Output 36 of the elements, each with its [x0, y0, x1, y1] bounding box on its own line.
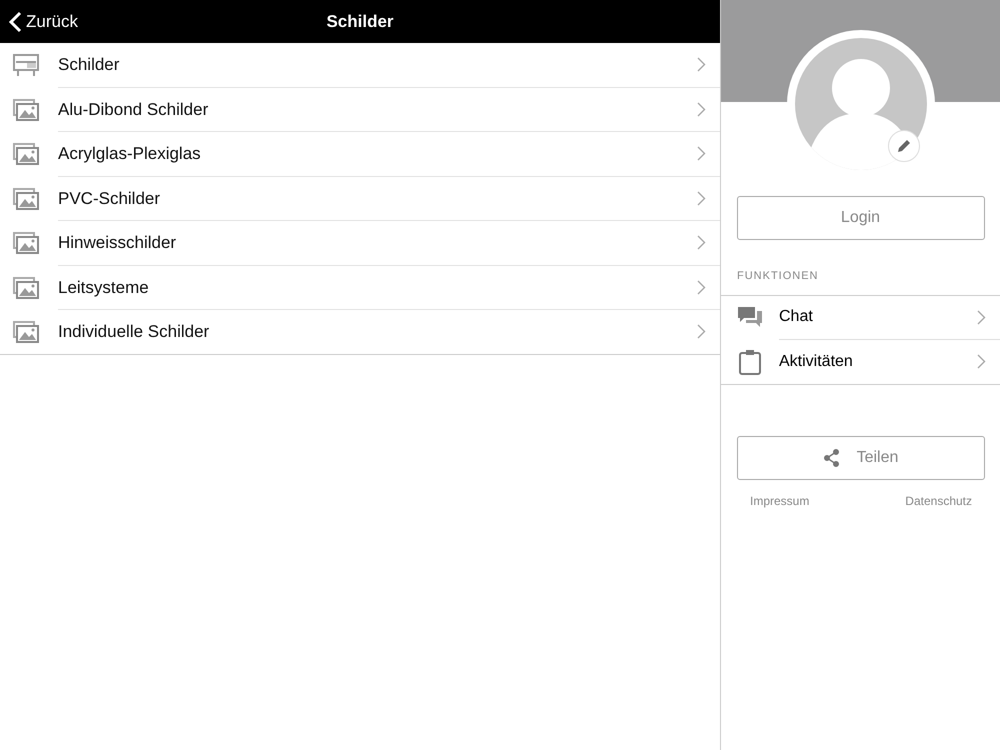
list-item[interactable]: Hinweisschilder [0, 221, 720, 266]
pictures-icon [13, 143, 39, 166]
pictures-icon [13, 320, 39, 343]
section-heading: FUNKTIONEN [737, 270, 818, 282]
list-item[interactable]: Leitsysteme [0, 266, 720, 310]
share-button[interactable]: Teilen [736, 436, 984, 480]
chevron-right-icon [697, 57, 706, 72]
list-item[interactable]: PVC-Schilder [0, 176, 720, 221]
login-button[interactable]: Login [736, 196, 984, 240]
chevron-right-icon [977, 354, 986, 369]
page-title: Schilder [326, 12, 394, 31]
chevron-right-icon [697, 235, 706, 250]
chevron-right-icon [977, 310, 986, 324]
pictures-icon [13, 276, 39, 299]
menu-item[interactable]: Chat [721, 296, 1000, 340]
pictures-icon [13, 188, 39, 210]
clipboard-icon [738, 348, 762, 374]
pencil-icon [896, 138, 912, 154]
pictures-icon [13, 232, 39, 254]
chevron-right-icon [697, 146, 706, 162]
list-item[interactable]: Acrylglas-Plexiglas [0, 132, 720, 176]
chevron-right-icon [697, 280, 706, 295]
chevron-right-icon [697, 190, 706, 206]
chevron-right-icon [697, 324, 706, 340]
chevron-right-icon [697, 102, 706, 117]
signboard-icon [13, 53, 39, 78]
list-item[interactable]: Alu-Dibond Schilder [0, 88, 720, 132]
pictures-icon [13, 98, 39, 121]
footer-link[interactable]: Impressum [750, 492, 810, 510]
share-icon [822, 448, 841, 466]
chevron-left-icon [8, 10, 22, 32]
back-button[interactable]: Zurück [0, 8, 84, 36]
list-item[interactable]: Schilder [0, 43, 720, 88]
menu-item[interactable]: Aktivitäten [721, 340, 1000, 384]
footer-link[interactable]: Datenschutz [905, 492, 972, 510]
chat-icon [737, 306, 763, 330]
